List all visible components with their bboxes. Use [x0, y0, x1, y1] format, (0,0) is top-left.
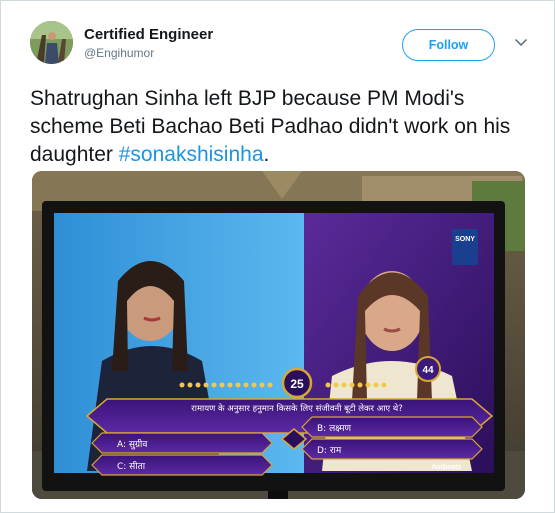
author-handle[interactable]: @Engihumor: [84, 46, 154, 60]
option-a-text: A: सुग्रीव: [117, 438, 148, 450]
tv-stand: [268, 491, 288, 499]
option-c-text: C: सीता: [117, 460, 146, 472]
channel-logo-text: SONY: [455, 236, 475, 243]
tweet-text-end: .: [263, 143, 270, 166]
tweet-header: Certified Engineer @Engihumor Follow: [30, 21, 530, 71]
question-text: रामायण के अनुसार हनुमान किसके लिए संजीवन…: [191, 403, 402, 414]
brand-badge: hotbeats: [432, 464, 461, 471]
hashtag-link[interactable]: #sonakshisinha: [119, 143, 264, 166]
tweet-text-body: Shatrughan Sinha left BJP because PM Mod…: [30, 87, 511, 166]
follow-button[interactable]: Follow: [402, 29, 495, 61]
tweet-media-photo[interactable]: SONY 44 25 रामायण के अनुसार हनुमान किसके…: [32, 171, 525, 499]
channel-logo: [452, 229, 478, 265]
contestant-number: 44: [422, 365, 434, 376]
option-b-text: B: लक्ष्मण: [317, 424, 352, 434]
avatar[interactable]: [30, 21, 73, 64]
author-display-name[interactable]: Certified Engineer: [84, 26, 213, 43]
option-d-text: D: राम: [317, 446, 342, 456]
tweet-text: Shatrughan Sinha left BJP because PM Mod…: [30, 85, 540, 169]
tweet-card: Certified Engineer @Engihumor Follow Sha…: [0, 0, 555, 513]
timer-value: 25: [290, 377, 304, 391]
tv-photo: SONY 44 25 रामायण के अनुसार हनुमान किसके…: [32, 171, 525, 499]
chevron-down-icon[interactable]: [513, 35, 529, 51]
avatar-image: [30, 21, 73, 64]
